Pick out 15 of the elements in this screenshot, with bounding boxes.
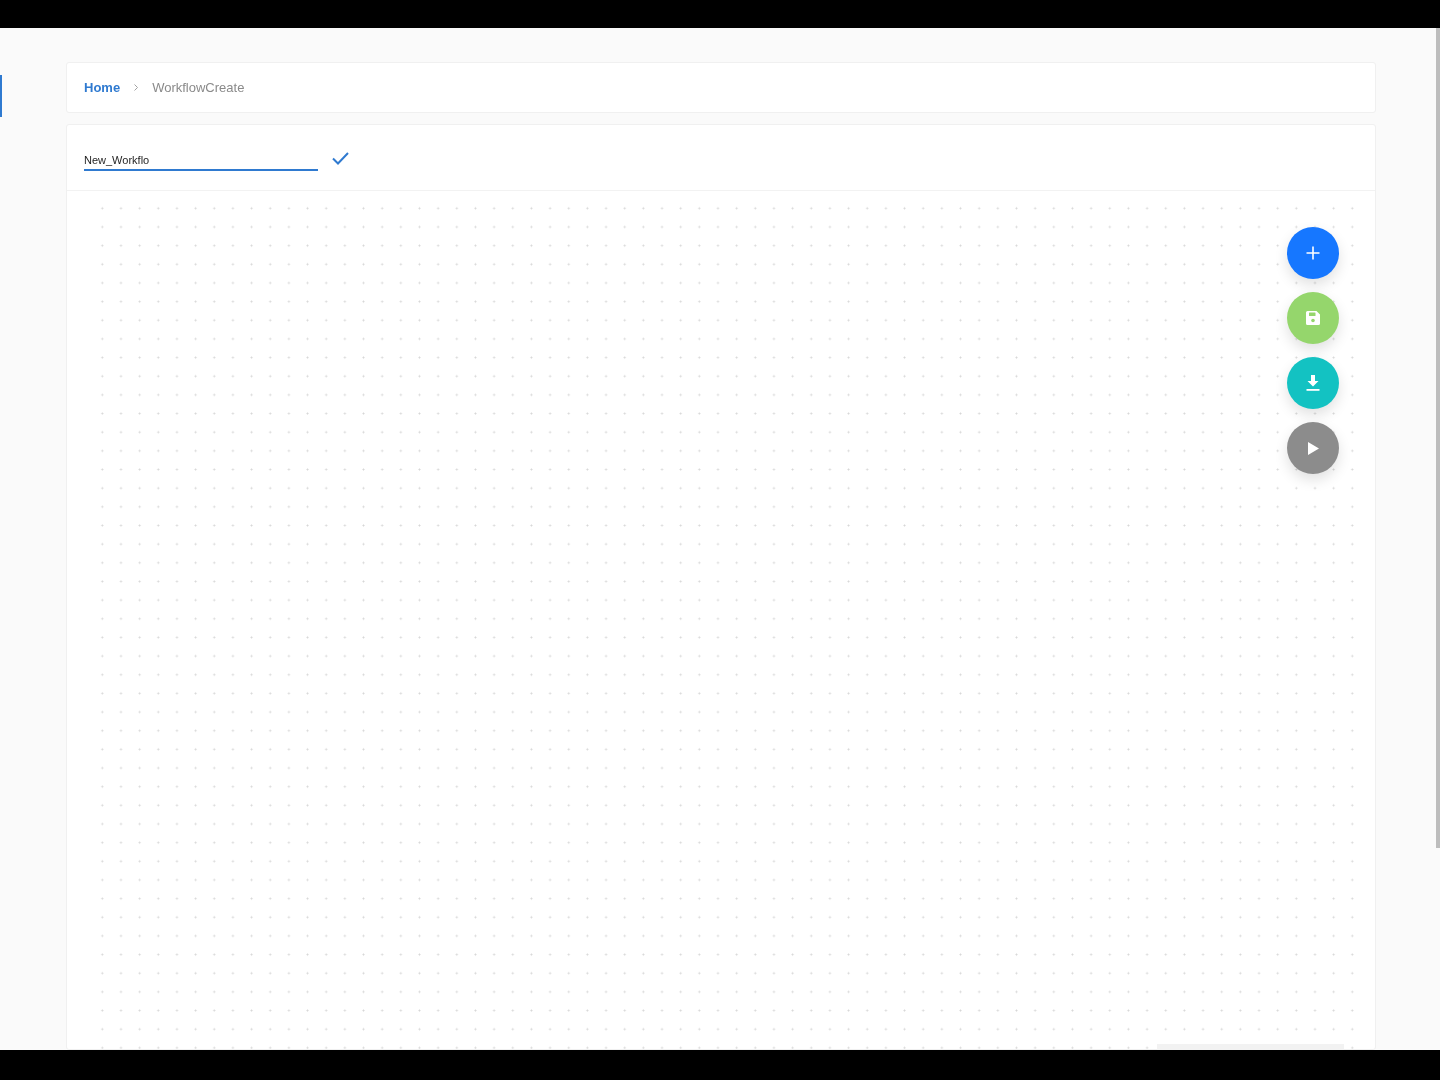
current-page-title: WorkflowCreate <box>152 78 245 97</box>
chevron-right-icon <box>134 84 139 91</box>
download-button[interactable] <box>1287 357 1339 409</box>
breadcrumb-link[interactable]: Home <box>84 77 121 98</box>
vertical-scrollbar[interactable] <box>1436 28 1440 848</box>
horizontal-scrollbar[interactable] <box>1157 1044 1344 1050</box>
workflow-name-input[interactable]: New_Workflo <box>84 146 318 171</box>
sidebar-indicator <box>0 75 2 117</box>
play-icon <box>1307 441 1319 455</box>
run-button[interactable] <box>1287 422 1339 474</box>
checkmark-icon <box>331 152 349 165</box>
download-icon <box>1306 375 1320 391</box>
plus-icon <box>1306 246 1320 260</box>
add-button[interactable] <box>1287 227 1339 279</box>
save-button[interactable] <box>1287 292 1339 344</box>
